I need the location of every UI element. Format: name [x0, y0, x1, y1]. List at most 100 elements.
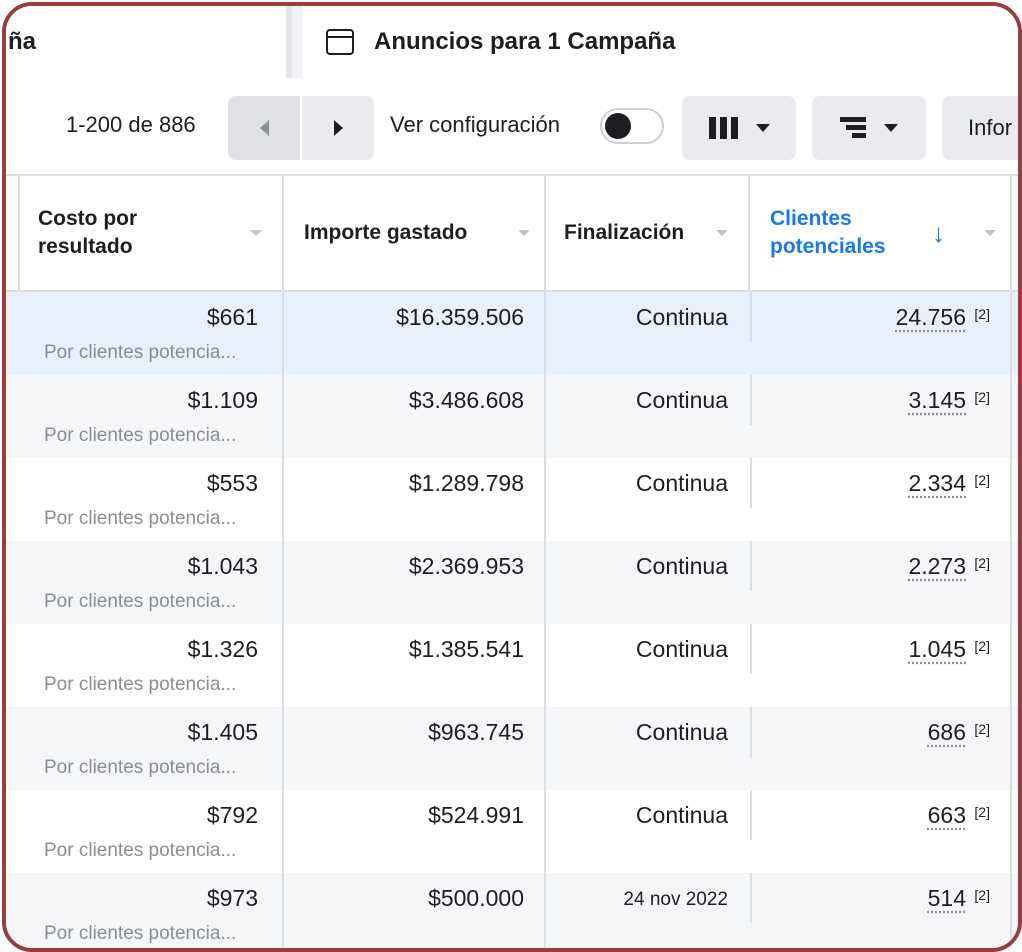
cell-clientes: 24.756 [2] [752, 292, 1012, 375]
prev-page-button[interactable] [228, 96, 300, 160]
cell-cost: $553 Por clientes potencia... [18, 458, 284, 541]
view-settings-toggle[interactable] [600, 108, 664, 144]
clientes-value-link[interactable]: 514 [928, 885, 966, 912]
cost-value: $553 [206, 470, 258, 496]
columns-icon [708, 117, 738, 139]
cell-cost: $1.405 Por clientes potencia... [18, 707, 284, 790]
footnote-marker: [2] [974, 472, 990, 488]
finalizacion-value: Continua [635, 470, 728, 496]
cell-importe: $524.991 [284, 790, 546, 873]
sort-dropdown-icon[interactable] [250, 230, 262, 236]
importe-value: $1.289.798 [408, 470, 524, 496]
clientes-value-link[interactable]: 686 [928, 719, 966, 746]
finalizacion-value: Continua [635, 304, 728, 330]
table-header: Costo por resultado Importe gastado Fina… [6, 176, 1018, 292]
sort-dropdown-icon[interactable] [518, 230, 530, 236]
chevron-left-icon [259, 120, 269, 136]
cost-value: $1.326 [187, 636, 258, 662]
reports-button-label: Infor [968, 115, 1013, 140]
importe-value: $2.369.953 [408, 553, 524, 579]
next-page-button[interactable] [302, 96, 374, 160]
cost-value: $1.405 [187, 719, 258, 745]
finalizacion-value: Continua [635, 802, 728, 828]
footnote-marker: [2] [974, 638, 990, 654]
column-header-finalizacion[interactable]: Finalización [546, 176, 750, 290]
tab-ads[interactable]: Anuncios para 1 Campaña [302, 6, 1018, 78]
clientes-value-link[interactable]: 2.273 [908, 553, 966, 580]
importe-value: $1.385.541 [408, 636, 524, 662]
cost-subtitle: Por clientes potencia... [44, 757, 237, 778]
finalizacion-value: Continua [635, 636, 728, 662]
breakdown-button[interactable] [812, 96, 926, 160]
sort-dropdown-icon[interactable] [984, 230, 996, 236]
screenshot-frame: ña Anuncios para 1 Campaña 1-200 de 886 … [2, 2, 1022, 952]
cost-value: $1.109 [187, 387, 258, 413]
cost-subtitle: Por clientes potencia... [44, 425, 237, 446]
importe-value: $3.486.608 [408, 387, 524, 413]
clientes-value-link[interactable]: 3.145 [908, 387, 966, 414]
cell-importe: $963.745 [284, 707, 546, 790]
toolbar: 1-200 de 886 Ver configuración Infor [6, 78, 1018, 176]
footnote-marker: [2] [974, 389, 990, 405]
clientes-value-link[interactable]: 663 [928, 802, 966, 829]
cost-subtitle: Por clientes potencia... [44, 508, 237, 529]
table-row[interactable]: $1.405 Por clientes potencia... $963.745 Co… [6, 707, 1018, 790]
cost-subtitle: Por clientes potencia... [44, 342, 237, 363]
cell-importe: $2.369.953 [284, 541, 546, 624]
footnote-marker: [2] [974, 555, 990, 571]
cost-value: $1.043 [187, 553, 258, 579]
cell-importe: $3.486.608 [284, 375, 546, 458]
table-row[interactable]: $661 Por clientes potencia... $16.359.506 C… [6, 292, 1018, 375]
cell-clientes: 514 [2] [752, 873, 1012, 948]
table-row[interactable]: $792 Por clientes potencia... $524.991 Cont… [6, 790, 1018, 873]
table-row[interactable]: $1.109 Por clientes potencia... $3.486.608… [6, 375, 1018, 458]
footnote-marker: [2] [974, 306, 990, 322]
column-header-importe[interactable]: Importe gastado [284, 176, 546, 290]
finalizacion-value: Continua [635, 719, 728, 745]
cost-subtitle: Por clientes potencia... [44, 674, 237, 695]
tab-ads-label: Anuncios para 1 Campaña [374, 28, 676, 55]
table-row[interactable]: $973 Por clientes potencia... $500.000 24 n… [6, 873, 1018, 948]
cost-subtitle: Por clientes potencia... [44, 840, 237, 861]
cell-importe: $1.385.541 [284, 624, 546, 707]
cost-value: $792 [206, 802, 258, 828]
breakdown-icon [840, 117, 866, 139]
cell-clientes: 3.145 [2] [752, 375, 1012, 458]
column-header-clientes-label: Clientes potenciales [770, 207, 886, 258]
cell-finalizacion: Continua [546, 292, 750, 375]
table-row[interactable]: $1.043 Por clientes potencia... $2.369.953… [6, 541, 1018, 624]
importe-value: $500.000 [428, 885, 524, 911]
tab-campaigns-label: ña [8, 28, 37, 55]
view-settings-label: Ver configuración [390, 112, 560, 137]
sort-descending-icon[interactable]: ↓ [932, 218, 945, 249]
column-header-clientes[interactable]: Clientes potenciales ↓ [750, 176, 1012, 290]
cost-value: $973 [206, 885, 258, 911]
cell-cost: $1.326 Por clientes potencia... [18, 624, 284, 707]
cell-importe: $1.289.798 [284, 458, 546, 541]
footnote-marker: [2] [974, 721, 990, 737]
footnote-marker: [2] [974, 804, 990, 820]
finalizacion-value: Continua [635, 553, 728, 579]
finalizacion-value: 24 nov 2022 [623, 889, 728, 910]
chevron-right-icon [333, 120, 343, 136]
cell-clientes: 2.334 [2] [752, 458, 1012, 541]
cell-finalizacion: Continua [546, 707, 750, 790]
table-row[interactable]: $1.326 Por clientes potencia... $1.385.541… [6, 624, 1018, 707]
cell-importe: $500.000 [284, 873, 546, 948]
cell-finalizacion: Continua [546, 624, 750, 707]
reports-button[interactable]: Infor [942, 96, 1018, 160]
table-row[interactable]: $553 Por clientes potencia... $1.289.798 Co… [6, 458, 1018, 541]
tab-bar: ña Anuncios para 1 Campaña [6, 6, 1018, 78]
column-header-cost[interactable]: Costo por resultado [18, 176, 284, 290]
tab-campaigns[interactable]: ña [6, 6, 292, 78]
sort-dropdown-icon[interactable] [716, 230, 728, 236]
clientes-value-link[interactable]: 2.334 [908, 470, 966, 497]
columns-button[interactable] [682, 96, 796, 160]
column-header-finalizacion-label: Finalización [564, 221, 685, 244]
clientes-value-link[interactable]: 24.756 [896, 304, 966, 331]
clientes-value-link[interactable]: 1.045 [908, 636, 966, 663]
cell-finalizacion: Continua [546, 375, 750, 458]
caret-down-icon [755, 124, 770, 132]
toggle-knob [605, 113, 631, 139]
cell-cost: $1.109 Por clientes potencia... [18, 375, 284, 458]
